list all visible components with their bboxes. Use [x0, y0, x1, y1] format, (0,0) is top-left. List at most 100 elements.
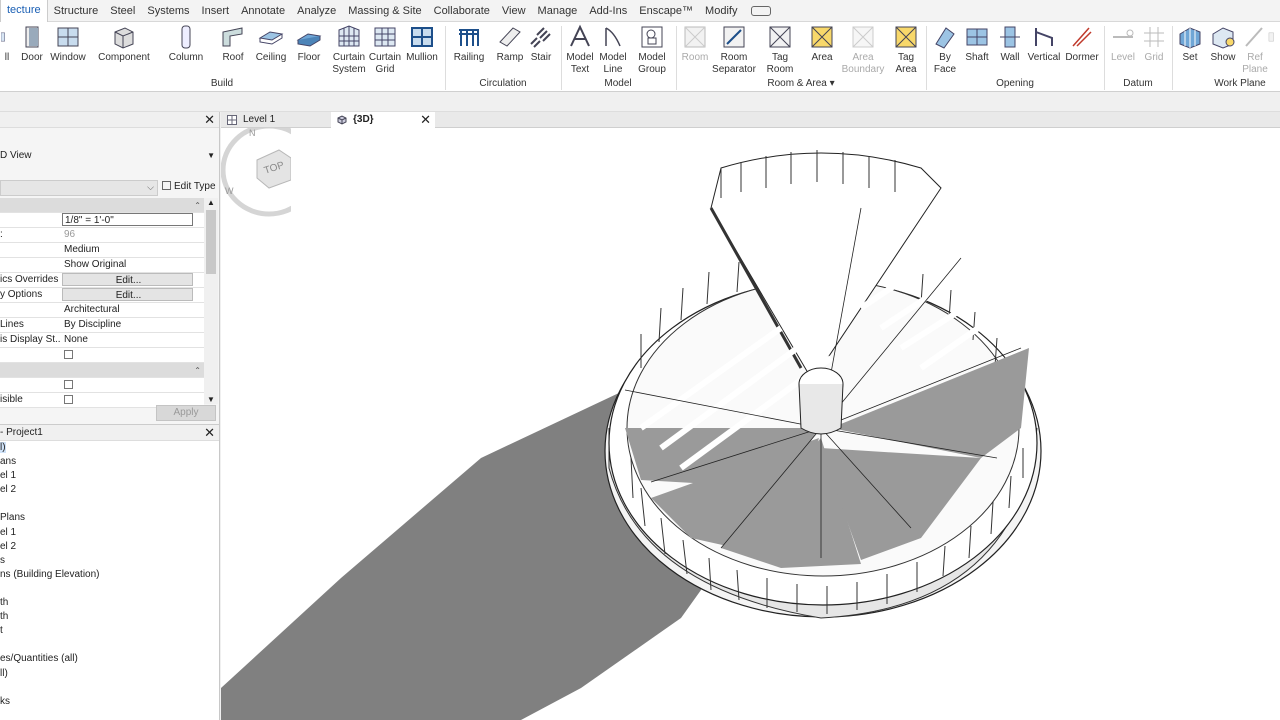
tree-item[interactable] [0, 582, 220, 596]
tree-item[interactable]: ns (Building Elevation) [0, 568, 220, 582]
scroll-up-icon[interactable]: ▲ [207, 198, 215, 207]
tab-insert[interactable]: Insert [196, 0, 236, 22]
detail-level-value[interactable]: Medium [62, 243, 193, 257]
room-area-panel-label[interactable]: Room & Area ▾ [677, 78, 925, 89]
tree-item[interactable]: ans [0, 455, 220, 469]
floor-tool[interactable]: Floor [294, 24, 324, 64]
tab-add-ins[interactable]: Add-Ins [583, 0, 633, 22]
shaft-tool[interactable]: Shaft [962, 24, 992, 64]
curtain-system-tool[interactable]: Curtain System [331, 24, 367, 76]
scroll-down-icon[interactable]: ▼ [207, 395, 215, 404]
tab-enscape[interactable]: Enscape™ [633, 0, 699, 22]
close-icon[interactable]: ✕ [420, 112, 431, 128]
grid-tool[interactable]: Grid [1140, 24, 1168, 64]
tab-manage[interactable]: Manage [532, 0, 584, 22]
tree-item[interactable] [0, 681, 220, 695]
stair-tool[interactable]: Stair [526, 24, 556, 64]
model-group-tool[interactable]: Model Group [634, 24, 670, 76]
tree-item[interactable]: es/Quantities (all) [0, 652, 220, 666]
tab-systems[interactable]: Systems [141, 0, 195, 22]
analysis-display-value[interactable]: None [62, 333, 193, 347]
tab-3d[interactable]: {3D} ✕ [331, 112, 435, 128]
tab-analyze[interactable]: Analyze [291, 0, 342, 22]
properties-scrollbar[interactable]: ▲ ▼ [204, 198, 218, 404]
scroll-thumb[interactable] [206, 210, 216, 274]
tree-item[interactable]: th [0, 610, 220, 624]
chevron-down-icon[interactable]: ▼ [207, 151, 215, 160]
set-tool[interactable]: Set [1176, 24, 1204, 64]
3d-viewport[interactable]: TOP N W [221, 128, 1280, 720]
room-tool[interactable]: Room [680, 24, 710, 64]
column-tool[interactable]: Column [167, 24, 205, 64]
ribbon-options-icon[interactable] [751, 5, 772, 16]
vertical-opening-tool[interactable]: Vertical [1026, 24, 1062, 64]
curtain-grid-tool[interactable]: Curtain Grid [368, 24, 402, 76]
tab-structure[interactable]: Structure [48, 0, 105, 22]
wall-tool[interactable]: ll [0, 24, 14, 64]
tree-item[interactable]: t [0, 624, 220, 638]
tab-steel[interactable]: Steel [104, 0, 141, 22]
model-line-tool[interactable]: Model Line [597, 24, 629, 76]
tab-view[interactable]: View [496, 0, 532, 22]
tab-level-1[interactable]: Level 1 [221, 112, 329, 128]
ref-plane-tool[interactable]: Ref Plane [1241, 24, 1269, 76]
parts-visibility-value[interactable]: Show Original [62, 258, 193, 272]
tree-item[interactable] [0, 497, 220, 511]
hidden-lines-value[interactable]: By Discipline [62, 318, 193, 332]
section-header[interactable]: ⌃ [0, 198, 204, 213]
viewer-tool[interactable] [1268, 24, 1280, 52]
ceiling-tool[interactable]: Ceiling [254, 24, 288, 64]
ramp-tool[interactable]: Ramp [494, 24, 526, 64]
tree-item[interactable] [0, 638, 220, 652]
dormer-tool[interactable]: Dormer [1064, 24, 1100, 64]
mullion-tool[interactable]: Mullion [404, 24, 440, 64]
tab-annotate[interactable]: Annotate [235, 0, 291, 22]
roof-tool[interactable]: Roof [218, 24, 248, 64]
compass-west[interactable]: W [225, 186, 234, 196]
show-tool[interactable]: Show [1208, 24, 1238, 64]
tree-item[interactable]: th [0, 596, 220, 610]
tree-item[interactable]: s [0, 554, 220, 568]
checkbox[interactable] [64, 380, 73, 389]
checkbox[interactable] [64, 395, 73, 404]
by-face-tool[interactable]: By Face [930, 24, 960, 76]
tree-item[interactable]: el 1 [0, 526, 220, 540]
type-selector[interactable]: D View [0, 150, 32, 161]
compass-north[interactable]: N [249, 128, 256, 138]
level-tool[interactable]: Level [1108, 24, 1138, 64]
tree-item[interactable]: el 2 [0, 483, 220, 497]
railing-tool[interactable]: Railing [452, 24, 486, 64]
tree-item[interactable]: Plans [0, 511, 220, 525]
discipline-value[interactable]: Architectural [62, 303, 193, 317]
checkbox[interactable] [64, 350, 73, 359]
component-tool[interactable]: Component [95, 24, 153, 64]
close-icon[interactable]: ✕ [204, 426, 215, 439]
window-tool[interactable]: Window [49, 24, 87, 64]
room-separator-tool[interactable]: Room Separator [710, 24, 758, 76]
tree-item[interactable]: ks [0, 695, 220, 709]
wall-opening-tool[interactable]: Wall [996, 24, 1024, 64]
view-scale-input[interactable]: 1/8" = 1'-0" [62, 213, 193, 226]
tab-modify[interactable]: Modify [699, 0, 743, 22]
door-tool[interactable]: Door [17, 24, 47, 64]
section-header[interactable]: ⌃ [0, 363, 204, 378]
viewcube[interactable]: TOP N W [221, 128, 291, 220]
apply-button[interactable]: Apply [156, 405, 216, 421]
tag-room-tool[interactable]: Tag Room [764, 24, 796, 76]
graphics-overrides-edit-button[interactable]: Edit... [62, 273, 193, 286]
tree-item[interactable]: el 2 [0, 540, 220, 554]
display-options-edit-button[interactable]: Edit... [62, 288, 193, 301]
edit-type-button[interactable]: Edit Type [162, 181, 216, 192]
tree-item[interactable]: l) [0, 441, 220, 455]
tree-item[interactable]: el 1 [0, 469, 220, 483]
tree-item[interactable]: ll) [0, 667, 220, 681]
tab-collaborate[interactable]: Collaborate [428, 0, 496, 22]
tag-area-tool[interactable]: Tag Area [890, 24, 922, 76]
area-tool[interactable]: Area [806, 24, 838, 64]
close-icon[interactable]: ✕ [204, 113, 215, 126]
area-boundary-tool[interactable]: Area Boundary [840, 24, 886, 76]
tab-architecture[interactable]: tecture [0, 0, 48, 22]
model-text-tool[interactable]: Model Text [564, 24, 596, 76]
tab-massing-site[interactable]: Massing & Site [342, 0, 427, 22]
instance-filter-dropdown[interactable]: ⌵ [0, 180, 158, 196]
